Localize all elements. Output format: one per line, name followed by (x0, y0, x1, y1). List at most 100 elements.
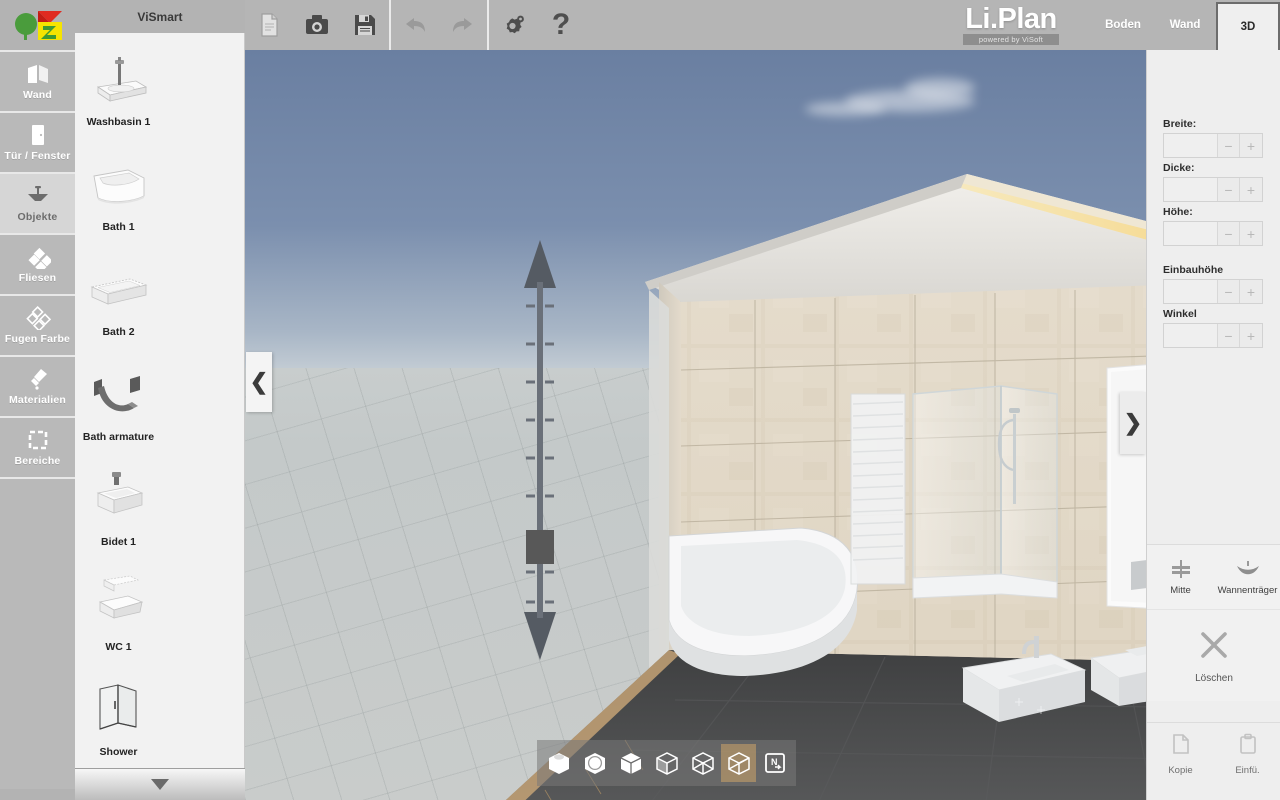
winkel-plus-button[interactable]: + (1240, 324, 1262, 347)
field-label: Breite: (1163, 118, 1197, 130)
catalog-item-shower[interactable]: Shower (77, 671, 160, 776)
door-window-icon (25, 123, 51, 147)
center-button[interactable]: Mitte (1147, 545, 1214, 609)
app-brand: Li.Plan powered by ViSoft (936, 0, 1086, 50)
hoehe-minus-button[interactable]: − (1218, 222, 1240, 245)
redo-button[interactable] (439, 0, 487, 50)
zoom-track (537, 282, 543, 618)
dicke-minus-button[interactable]: − (1218, 178, 1240, 201)
catalog-item-washbasin-1[interactable]: Washbasin 1 (77, 41, 160, 146)
winkel-stepper[interactable]: − + (1163, 323, 1263, 348)
einbauhoehe-stepper[interactable]: − + (1163, 279, 1263, 304)
breite-input[interactable] (1164, 134, 1218, 157)
paste-button[interactable]: Einfü. (1214, 723, 1280, 785)
paste-icon (1238, 733, 1258, 760)
view-mode-shaded[interactable] (577, 744, 612, 782)
catalog-item-bath-1[interactable]: Bath 1 (77, 146, 160, 251)
dicke-input[interactable] (1164, 178, 1218, 201)
einbauhoehe-plus-button[interactable]: + (1240, 280, 1262, 303)
action-label: Wannenträger (1217, 585, 1278, 596)
tab-3d[interactable]: 3D (1216, 2, 1280, 50)
sidebar-item-fliesen[interactable]: Fliesen (0, 233, 75, 294)
bath-support-button[interactable]: Wannenträger (1214, 545, 1280, 609)
breite-plus-button[interactable]: + (1240, 134, 1262, 157)
areas-icon (25, 428, 51, 452)
chevron-down-icon (151, 779, 169, 790)
brand-subtitle: powered by ViSoft (962, 33, 1060, 45)
question-mark-icon: ? (551, 8, 571, 41)
delete-button[interactable]: Löschen (1147, 609, 1280, 701)
copy-icon (1171, 733, 1191, 760)
catalog-item-bidet-1[interactable]: Bidet 1 (77, 461, 160, 566)
floppy-save-icon (354, 14, 376, 36)
cube-transparent-icon (727, 752, 750, 775)
undo-arrow-icon (402, 14, 428, 36)
center-align-icon (1168, 558, 1194, 580)
cube-solid-icon (548, 753, 569, 774)
catalog-item-label: Bath 1 (102, 221, 135, 233)
object-actions: Mitte Wannenträger Löschen (1147, 544, 1280, 701)
dicke-plus-button[interactable]: + (1240, 178, 1262, 201)
cube-shaded-icon (584, 753, 605, 774)
sidebar-item-label: Fugen Farbe (4, 333, 71, 345)
catalog-scroll-down-button[interactable] (75, 768, 245, 800)
new-document-button[interactable] (245, 0, 293, 50)
tab-label: Boden (1105, 19, 1141, 31)
tab-boden[interactable]: Boden (1092, 0, 1154, 50)
towel-radiator-object[interactable] (850, 393, 906, 585)
field-label: Dicke: (1163, 162, 1195, 174)
save-button[interactable] (341, 0, 389, 50)
view-tabs: Boden Wand 3D (1092, 0, 1280, 50)
bathtub-thumb (82, 150, 156, 220)
view-mode-solid-edges[interactable] (613, 744, 648, 782)
hoehe-plus-button[interactable]: + (1240, 222, 1262, 245)
field-einbauhoehe: Einbauhöhe − + (1147, 264, 1280, 304)
shower-enclosure-object[interactable] (912, 385, 1058, 599)
winkel-input[interactable] (1164, 324, 1218, 347)
settings-button[interactable] (489, 0, 537, 50)
catalog-item-bath-2[interactable]: Bath 2 (77, 251, 160, 356)
liplan-house-logo (0, 0, 75, 50)
winkel-minus-button[interactable]: − (1218, 324, 1240, 347)
copy-button[interactable]: Kopie (1147, 723, 1214, 785)
breite-minus-button[interactable]: − (1218, 134, 1240, 157)
dicke-stepper[interactable]: − + (1163, 177, 1263, 202)
dimension-fields: Breite: − + Dicke: − + Höhe: − + Einbauh… (1147, 118, 1280, 352)
camera-button[interactable] (293, 0, 341, 50)
sidebar-item-wand[interactable]: Wand (0, 50, 75, 111)
catalog-item-wc-1[interactable]: WC 1 (77, 566, 160, 671)
help-button[interactable]: ? (537, 0, 585, 50)
chevron-right-icon: ❯ (1123, 410, 1143, 435)
collapse-left-panel-button[interactable]: ❮ (246, 352, 272, 412)
wall-icon (25, 62, 51, 86)
tab-wand[interactable]: Wand (1154, 0, 1216, 50)
catalog-item-label: Bath armature (82, 431, 155, 443)
field-winkel: Winkel − + (1147, 308, 1280, 348)
view-mode-transparent[interactable] (721, 744, 756, 782)
view-mode-wireframe[interactable] (685, 744, 720, 782)
sidebar-item-materialien[interactable]: Materialien (0, 355, 75, 416)
sidebar-item-fugen-farbe[interactable]: Fugen Farbe (0, 294, 75, 355)
view-mode-solid[interactable] (541, 744, 576, 782)
catalog-items-grid[interactable]: Washbasin 1 Bath 1 Bath 2 Bath armature … (75, 33, 245, 800)
svg-text:N: N (771, 757, 778, 767)
sidebar-item-label: Wand (23, 89, 52, 101)
sidebar-item-tuer-fenster[interactable]: Tür / Fenster (0, 111, 75, 172)
sidebar-item-bereiche[interactable]: Bereiche (0, 416, 75, 477)
catalog-title: ViSmart (137, 9, 183, 24)
collapse-right-panel-button[interactable]: ❯ (1120, 392, 1146, 454)
einbauhoehe-minus-button[interactable]: − (1218, 280, 1240, 303)
einbauhoehe-input[interactable] (1164, 280, 1218, 303)
catalog-item-bath-armature[interactable]: Bath armature (77, 356, 160, 461)
zoom-slider[interactable] (520, 240, 560, 660)
hoehe-stepper[interactable]: − + (1163, 221, 1263, 246)
hoehe-input[interactable] (1164, 222, 1218, 245)
undo-button[interactable] (391, 0, 439, 50)
orientation-north-icon: N (764, 753, 785, 773)
view-mode-orientation[interactable]: N (757, 744, 792, 782)
breite-stepper[interactable]: − + (1163, 133, 1263, 158)
grout-color-icon (25, 306, 51, 330)
catalog-item-label: Shower (99, 746, 138, 758)
view-mode-hidden-line[interactable] (649, 744, 684, 782)
sidebar-item-objekte[interactable]: Objekte (0, 172, 75, 233)
